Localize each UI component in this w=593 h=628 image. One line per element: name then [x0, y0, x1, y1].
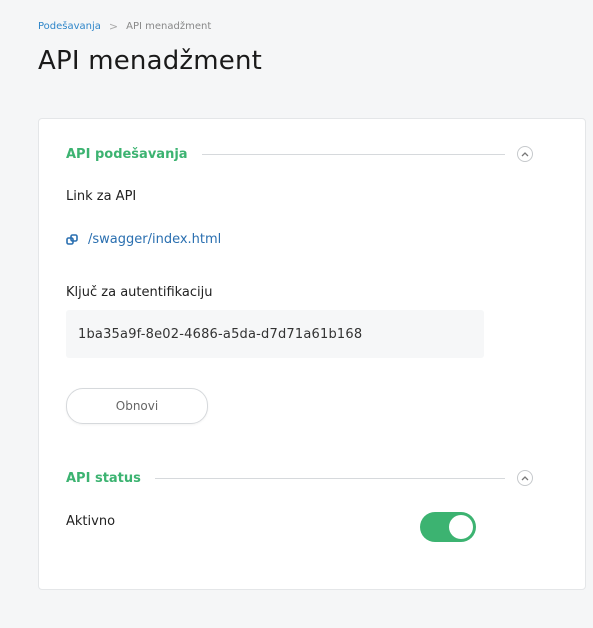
- status-toggle[interactable]: [420, 512, 476, 542]
- breadcrumb-current: API menadžment: [126, 21, 212, 32]
- refresh-button[interactable]: Obnovi: [66, 388, 208, 424]
- toggle-knob: [449, 515, 473, 539]
- api-settings-section-header: API podešavanja: [66, 146, 533, 162]
- breadcrumb-separator: >: [108, 20, 119, 33]
- api-settings-section-title: API podešavanja: [66, 146, 188, 162]
- section-divider: [201, 153, 505, 155]
- auth-key-value: 1ba35a9f-8e02-4686-a5da-d7d71a61b168: [78, 326, 363, 342]
- auth-key-field[interactable]: 1ba35a9f-8e02-4686-a5da-d7d71a61b168: [66, 310, 484, 358]
- api-status-section-title: API status: [66, 470, 141, 486]
- status-active-label: Aktivno: [66, 514, 116, 529]
- section-divider: [154, 477, 505, 479]
- breadcrumb-parent-link[interactable]: Podešavanja: [38, 21, 101, 32]
- api-link-label: Link za API: [66, 189, 137, 204]
- auth-key-label: Ključ za autentifikaciju: [66, 285, 213, 300]
- api-link-text[interactable]: /swagger/index.html: [88, 232, 221, 247]
- chevron-up-icon[interactable]: [517, 470, 533, 486]
- chevron-up-icon[interactable]: [517, 146, 533, 162]
- api-link[interactable]: /swagger/index.html: [66, 232, 221, 247]
- breadcrumb: Podešavanja > API menadžment: [38, 20, 211, 33]
- page-title: API menadžment: [38, 46, 263, 76]
- api-status-section-header: API status: [66, 470, 533, 486]
- link-icon: [66, 233, 78, 246]
